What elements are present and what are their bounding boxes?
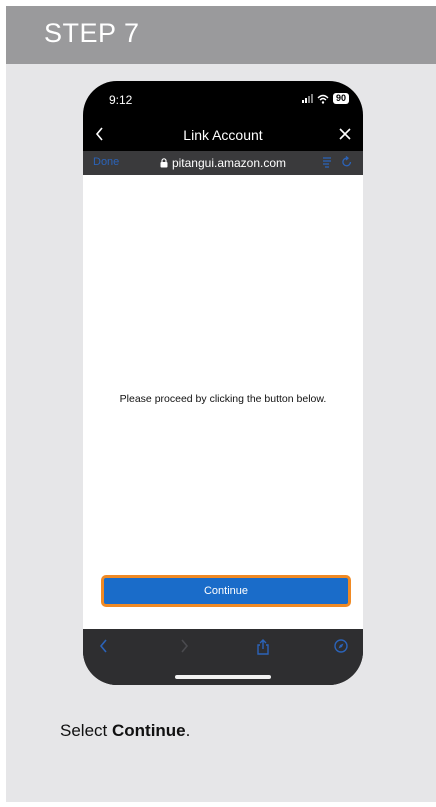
nav-bar: Link Account [83, 121, 363, 151]
nav-title: Link Account [183, 127, 263, 143]
instruction-suffix: . [185, 721, 191, 740]
phone-screenshot: 9:12 90 Link Account Done pitangui.amazo… [83, 81, 363, 685]
step-title: STEP 7 [44, 18, 140, 48]
share-icon[interactable] [255, 638, 271, 656]
signal-icon [301, 94, 313, 103]
url-text: pitangui.amazon.com [171, 156, 287, 170]
instruction-message: Please proceed by clicking the button be… [119, 393, 327, 405]
status-time: 9:12 [109, 93, 133, 107]
close-icon[interactable] [337, 125, 353, 143]
instruction-emphasis: Continue [111, 721, 186, 740]
compass-icon[interactable] [333, 638, 349, 654]
battery-icon: 90 [332, 93, 349, 104]
home-indicator [175, 675, 271, 679]
step-card: STEP 7 9:12 90 Link Account Done pitangu… [6, 6, 436, 802]
continue-button[interactable]: Continue [101, 575, 351, 607]
reload-icon[interactable] [341, 155, 353, 169]
back-icon[interactable] [97, 638, 111, 654]
reader-mode-icon[interactable] [321, 155, 333, 169]
wifi-icon [317, 94, 329, 104]
instruction-prefix: Select [60, 721, 112, 740]
lock-icon [160, 158, 168, 168]
step-header: STEP 7 [6, 6, 436, 64]
browser-toolbar [83, 629, 363, 685]
status-bar: 9:12 90 [83, 81, 363, 121]
status-icons: 90 [301, 93, 349, 104]
step-instruction: Select Continue. [60, 721, 190, 741]
forward-icon[interactable] [177, 638, 191, 654]
web-content: Please proceed by clicking the button be… [83, 175, 363, 629]
browser-bar: Done pitangui.amazon.com [83, 151, 363, 175]
